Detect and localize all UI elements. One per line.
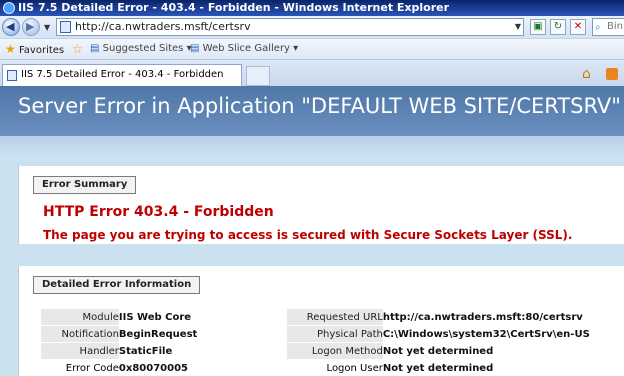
recent-pages-dropdown[interactable]: ▼ — [44, 23, 50, 32]
favorites-button[interactable]: ★ Favorites — [5, 43, 64, 57]
suggested-sites-item[interactable]: ▤ Suggested Sites ▾ — [90, 43, 192, 55]
tab-page-icon — [7, 70, 17, 81]
address-bar[interactable]: http://ca.nwtraders.msft/certsrv ▼ — [56, 18, 524, 36]
detail-value: 0x80070005 — [118, 362, 188, 374]
favorites-label: Favorites — [18, 45, 65, 56]
detail-label: Logon Method — [286, 343, 383, 359]
ie-icon — [3, 2, 15, 14]
detail-value: http://ca.nwtraders.msft:80/certsrv — [382, 311, 583, 323]
error-summary-legend: Error Summary — [33, 176, 137, 194]
detail-label: Requested URL — [286, 309, 383, 325]
forward-icon: ▶ — [26, 20, 35, 33]
back-icon: ◀ — [6, 20, 15, 33]
table-row: Handler StaticFile Logon Method Not yet … — [41, 343, 624, 359]
home-icon[interactable]: ⌂ — [582, 66, 591, 82]
details-table: Module IIS Web Core Requested URL http:/… — [41, 308, 624, 376]
error-summary-panel: Error Summary HTTP Error 403.4 - Forbidd… — [18, 166, 624, 244]
window-title-bar: IIS 7.5 Detailed Error - 403.4 - Forbidd… — [0, 0, 624, 16]
tab-label: IIS 7.5 Detailed Error - 403.4 - Forbidd… — [21, 69, 224, 80]
page-content: Server Error in Application "DEFAULT WEB… — [0, 86, 624, 376]
forward-button[interactable]: ▶ — [22, 18, 40, 36]
page-icon — [60, 21, 71, 33]
detail-value: Not yet determined — [382, 345, 494, 357]
detail-label: Handler — [41, 343, 119, 359]
detail-label: Notification — [41, 326, 119, 342]
address-dropdown[interactable]: ▼ — [515, 19, 521, 35]
new-tab-button[interactable] — [246, 66, 270, 86]
detail-value: StaticFile — [118, 345, 173, 357]
page-header: Server Error in Application "DEFAULT WEB… — [0, 86, 624, 136]
tab-active[interactable]: IIS 7.5 Detailed Error - 403.4 - Forbidd… — [2, 64, 242, 86]
address-url[interactable]: http://ca.nwtraders.msft/certsrv — [75, 20, 251, 33]
window-title: IIS 7.5 Detailed Error - 403.4 - Forbidd… — [18, 1, 450, 14]
error-message: The page you are trying to access is sec… — [43, 228, 573, 242]
suggested-sites-icon: ▤ — [90, 43, 100, 54]
table-row: Module IIS Web Core Requested URL http:/… — [41, 309, 624, 325]
search-placeholder: Bin — [607, 21, 623, 32]
detail-label: Error Code — [65, 362, 119, 374]
tab-row: IIS 7.5 Detailed Error - 403.4 - Forbidd… — [0, 60, 624, 86]
back-button[interactable]: ◀ — [2, 18, 20, 36]
suggested-sites-label: Suggested Sites — [102, 43, 184, 54]
bing-icon: ⌕ — [595, 22, 601, 33]
detail-value: Not yet determined — [382, 362, 494, 374]
refresh-icon[interactable]: ↻ — [550, 19, 566, 35]
table-row: Notification BeginRequest Physical Path … — [41, 326, 624, 342]
web-slice-icon: ▤ — [190, 43, 200, 54]
address-row: ◀ ▶ ▼ http://ca.nwtraders.msft/certsrv ▼… — [0, 16, 624, 38]
error-title: HTTP Error 403.4 - Forbidden — [43, 204, 274, 220]
table-row: Error Code 0x80070005 Logon User Not yet… — [41, 360, 624, 376]
detail-value: BeginRequest — [118, 328, 198, 340]
favorites-star-icon: ★ — [5, 42, 16, 56]
compatibility-icon[interactable]: ▣ — [530, 19, 546, 35]
search-input[interactable]: ⌕ Bin — [592, 18, 624, 36]
web-slice-gallery-item[interactable]: ▤ Web Slice Gallery ▾ — [190, 43, 298, 55]
stop-icon[interactable]: ✕ — [570, 19, 586, 35]
detail-value: C:\Windows\system32\CertSrv\en-US — [382, 328, 590, 340]
web-slice-label: Web Slice Gallery — [202, 43, 290, 54]
detail-value: IIS Web Core — [118, 311, 192, 323]
detail-label: Logon User — [326, 362, 383, 374]
header-strip — [0, 136, 624, 156]
feeds-icon[interactable] — [606, 68, 618, 80]
add-favorites-icon[interactable]: ☆ — [72, 43, 83, 57]
favorites-bar: ★ Favorites ☆ ▤ Suggested Sites ▾ ▤ Web … — [0, 38, 624, 60]
detail-label: Physical Path — [286, 326, 383, 342]
detailed-error-legend: Detailed Error Information — [33, 276, 201, 294]
detailed-error-panel: Detailed Error Information Module IIS We… — [18, 266, 624, 376]
detail-label: Module — [41, 309, 119, 325]
